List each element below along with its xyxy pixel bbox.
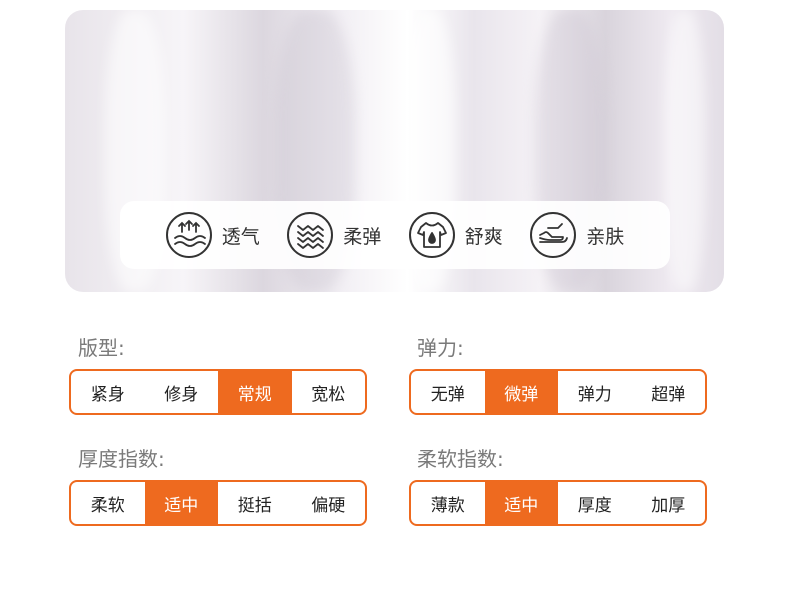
shirt-droplet-icon — [408, 212, 455, 258]
fabric-fold — [665, 10, 705, 292]
hand-skin-icon — [530, 212, 577, 258]
elasticity-selector: 无弹 微弹 弹力 超弹 — [409, 369, 707, 415]
softness-option[interactable]: 厚度 — [558, 482, 632, 524]
softness-option-selected[interactable]: 适中 — [484, 482, 558, 524]
elasticity-title: 弹力: — [417, 336, 464, 360]
thickness-option[interactable]: 挺括 — [218, 482, 292, 524]
elasticity-option-selected[interactable]: 微弹 — [484, 371, 558, 413]
feature-bar: 透气 柔弹 舒爽 亲肤 — [120, 201, 670, 269]
feature-label: 舒爽 — [464, 225, 503, 248]
softness-option[interactable]: 薄款 — [411, 482, 485, 524]
softness-selector: 薄款 适中 厚度 加厚 — [409, 480, 707, 526]
feature-breathable: 透气 — [165, 212, 260, 258]
feature-label: 透气 — [221, 225, 260, 248]
fit-option-selected[interactable]: 常规 — [218, 371, 292, 413]
softness-title: 柔软指数: — [417, 447, 504, 471]
elasticity-option[interactable]: 弹力 — [558, 371, 632, 413]
thickness-option[interactable]: 偏硬 — [292, 482, 366, 524]
thickness-option-selected[interactable]: 适中 — [144, 482, 218, 524]
breathable-icon — [165, 212, 212, 258]
fit-title: 版型: — [78, 336, 125, 360]
thickness-option[interactable]: 柔软 — [71, 482, 145, 524]
feature-label: 亲肤 — [586, 225, 625, 248]
fit-selector: 紧身 修身 常规 宽松 — [69, 369, 367, 415]
feature-label: 柔弹 — [343, 225, 382, 248]
fit-option[interactable]: 宽松 — [292, 371, 366, 413]
fit-option[interactable]: 修身 — [145, 371, 219, 413]
elasticity-option[interactable]: 超弹 — [632, 371, 706, 413]
thickness-title: 厚度指数: — [78, 447, 165, 471]
feature-stretch: 柔弹 — [287, 212, 381, 258]
feature-comfort: 舒爽 — [408, 212, 503, 258]
softness-option[interactable]: 加厚 — [632, 482, 706, 524]
thickness-selector: 柔软 适中 挺括 偏硬 — [69, 480, 367, 526]
fit-option[interactable]: 紧身 — [71, 371, 145, 413]
elasticity-option[interactable]: 无弹 — [411, 371, 485, 413]
feature-skin-friendly: 亲肤 — [530, 212, 624, 258]
stretch-waves-icon — [287, 212, 334, 258]
